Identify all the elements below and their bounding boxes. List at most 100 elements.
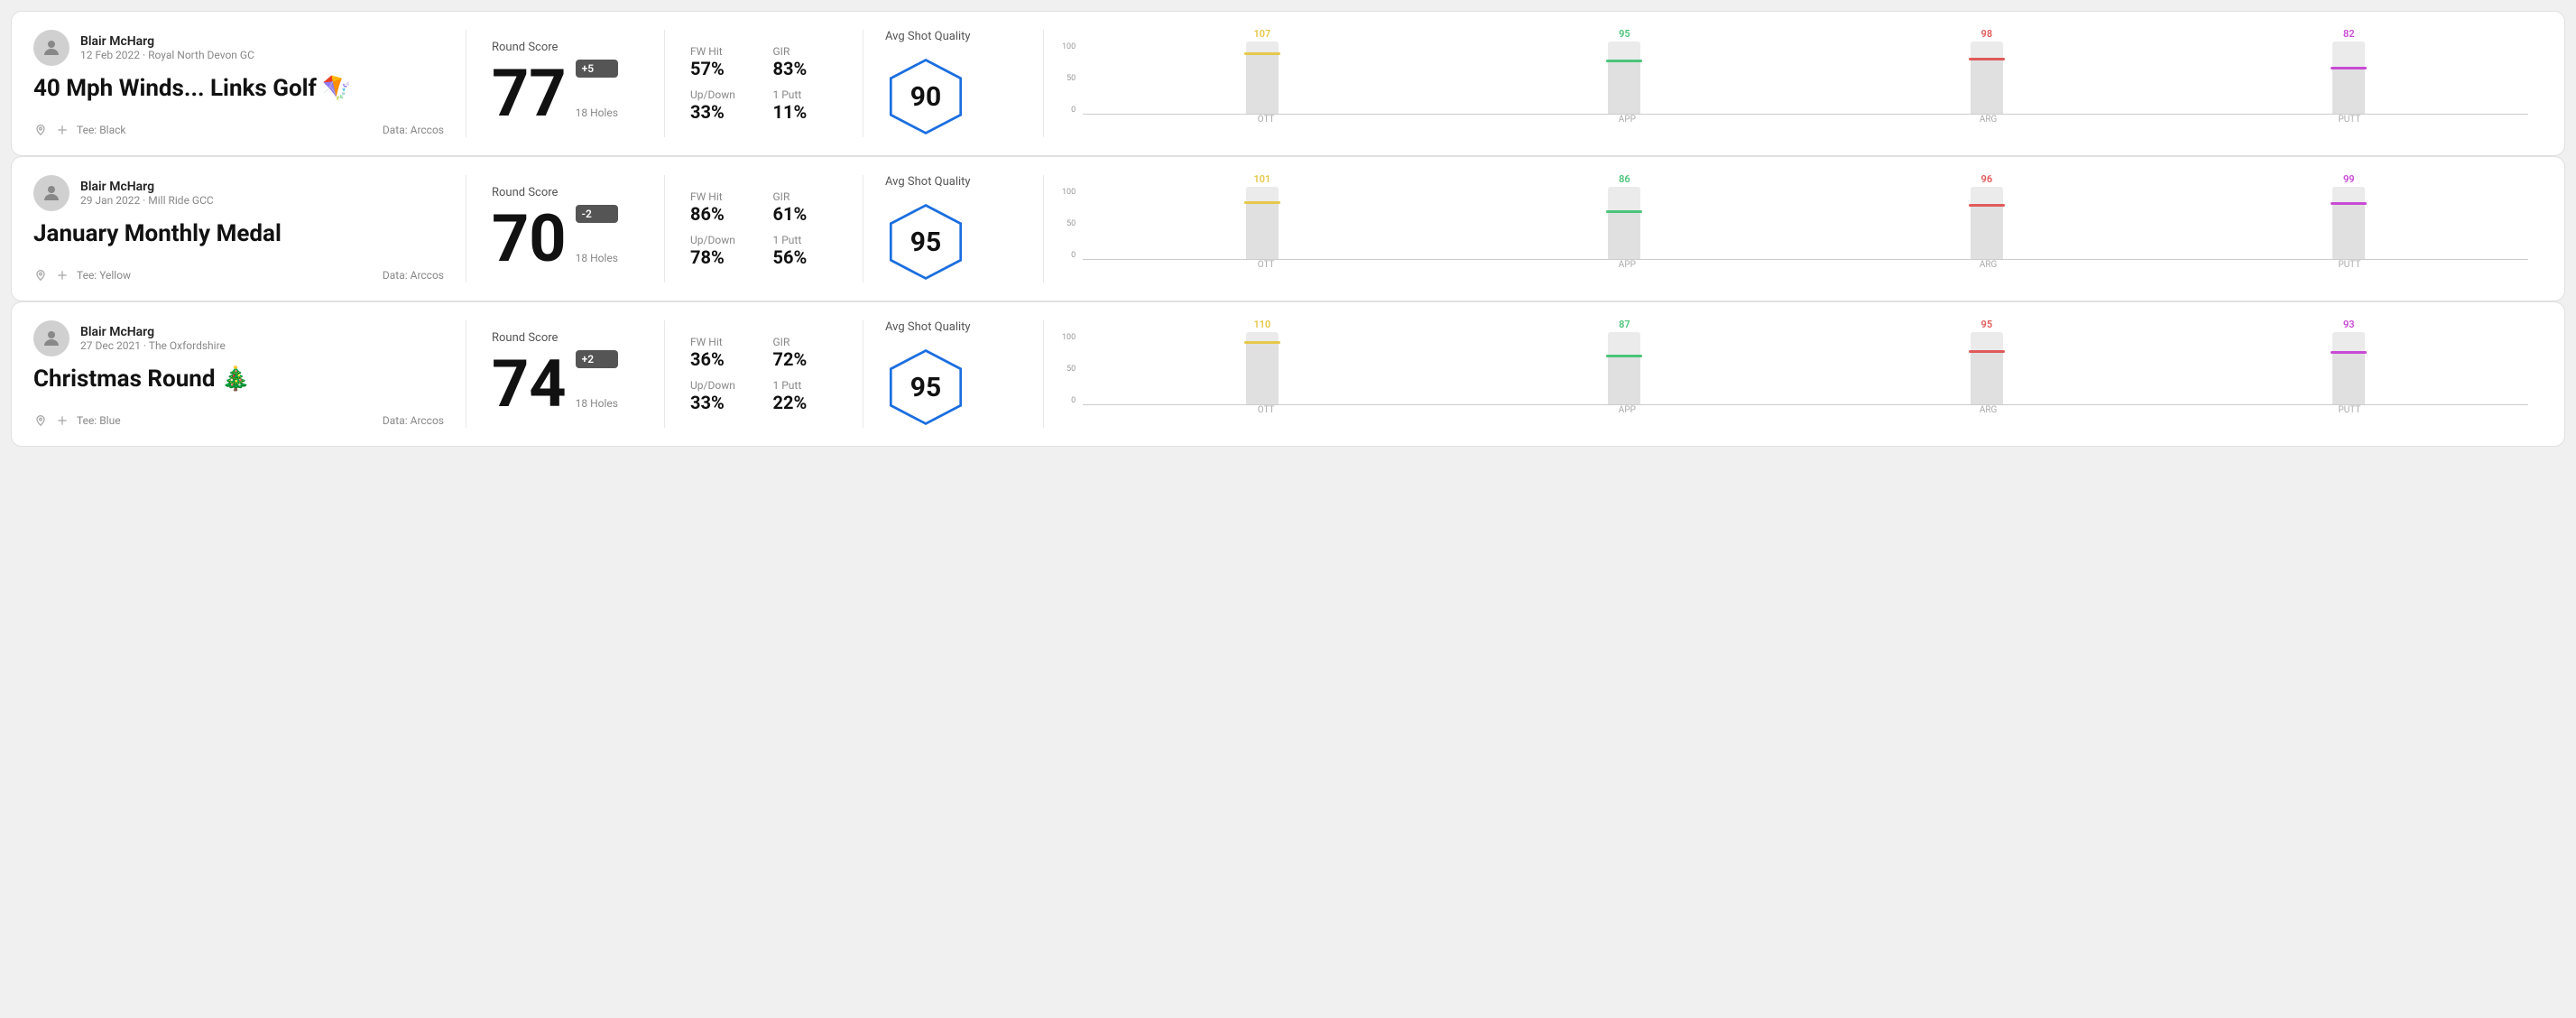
score-badge: +5 [576,60,618,78]
fw-hit-stat: FW Hit 36% [690,336,755,370]
x-label-arg: ARG [1810,115,2167,125]
score-badge: +2 [576,350,618,368]
x-label-ott: OTT [1087,405,1445,415]
left-section: Blair McHarg 12 Feb 2022 · Royal North D… [33,30,466,137]
tee-icon [55,268,69,282]
stats-grid: FW Hit 57% GIR 83% Up/Down 33% 1 Putt 11… [690,45,837,123]
left-section: Blair McHarg 27 Dec 2021 · The Oxfordshi… [33,320,466,428]
user-meta: 12 Feb 2022 · Royal North Devon GC [80,49,254,61]
round-score-label: Round Score [492,331,639,345]
gir-stat: GIR 72% [773,336,838,370]
bar-value-ott: 101 [1253,173,1270,185]
score-badge: -2 [576,205,618,223]
user-row: Blair McHarg 29 Jan 2022 · Mill Ride GCC [33,175,444,211]
updown-value: 33% [690,392,755,413]
stats-section: FW Hit 57% GIR 83% Up/Down 33% 1 Putt 11… [665,30,863,137]
tee-icon [55,413,69,428]
hexagon: 90 [885,56,966,137]
updown-stat: Up/Down 33% [690,379,755,413]
bar-value-ott: 110 [1253,319,1270,330]
gir-label: GIR [773,45,838,58]
one-putt-label: 1 Putt [773,379,838,392]
user-row: Blair McHarg 12 Feb 2022 · Royal North D… [33,30,444,66]
x-label-ott: OTT [1087,260,1445,270]
gir-value: 61% [773,203,838,225]
y-axis-50: 50 [1062,219,1076,228]
score-section: Round Score 74 +2 18 Holes [466,320,665,428]
chart-bar-ott: 101 [1083,173,1441,259]
score-row: 74 +2 18 Holes [492,350,639,417]
tee-label: Tee: Blue [77,414,121,427]
hexagon-score: 95 [910,372,941,403]
gir-label: GIR [773,336,838,348]
quality-label: Avg Shot Quality [885,320,971,334]
stats-section: FW Hit 86% GIR 61% Up/Down 78% 1 Putt 56… [665,175,863,282]
fw-hit-stat: FW Hit 57% [690,45,755,79]
stats-section: FW Hit 36% GIR 72% Up/Down 33% 1 Putt 22… [665,320,863,428]
updown-label: Up/Down [690,234,755,246]
x-label-arg: ARG [1810,260,2167,270]
round-card: Blair McHarg 27 Dec 2021 · The Oxfordshi… [11,301,2565,447]
round-score-label: Round Score [492,186,639,199]
round-title: Christmas Round 🎄 [33,366,444,393]
left-section: Blair McHarg 29 Jan 2022 · Mill Ride GCC… [33,175,466,282]
updown-value: 78% [690,246,755,268]
y-axis-100: 100 [1062,42,1076,51]
big-score: 77 [492,61,567,126]
x-label-putt: PUTT [2171,405,2528,415]
score-section: Round Score 77 +5 18 Holes [466,30,665,137]
chart-section: 100 50 0 107 95 [1044,30,2543,137]
fw-hit-label: FW Hit [690,45,755,58]
bottom-row: Tee: Yellow Data: Arccos [33,268,444,282]
round-title: 40 Mph Winds... Links Golf 🪁 [33,75,444,102]
big-score: 70 [492,207,567,272]
weather-icon [33,123,48,137]
hexagon: 95 [885,201,966,282]
x-label-app: APP [1448,405,1805,415]
hexagon-score: 90 [910,81,941,113]
round-card: Blair McHarg 29 Jan 2022 · Mill Ride GCC… [11,156,2565,301]
bar-value-arg: 96 [1981,173,1993,185]
bar-value-arg: 95 [1981,319,1993,330]
bar-value-arg: 98 [1981,28,1993,40]
user-name: Blair McHarg [80,325,226,339]
user-meta: 27 Dec 2021 · The Oxfordshire [80,339,226,352]
one-putt-stat: 1 Putt 22% [773,379,838,413]
weather-icon [33,268,48,282]
stats-grid: FW Hit 36% GIR 72% Up/Down 33% 1 Putt 22… [690,336,837,413]
tee-icon [55,123,69,137]
gir-value: 83% [773,58,838,79]
score-holes: 18 Holes [576,252,618,264]
chart-section: 100 50 0 101 86 [1044,175,2543,282]
tee-info: Tee: Blue [33,413,121,428]
user-name: Blair McHarg [80,180,214,194]
bar-value-app: 86 [1619,173,1630,185]
x-label-ott: OTT [1087,115,1445,125]
fw-hit-value: 36% [690,348,755,370]
user-meta: 29 Jan 2022 · Mill Ride GCC [80,194,214,207]
weather-icon [33,413,48,428]
one-putt-stat: 1 Putt 56% [773,234,838,268]
score-row: 77 +5 18 Holes [492,60,639,126]
user-info: Blair McHarg 27 Dec 2021 · The Oxfordshi… [80,325,226,352]
tee-info: Tee: Black [33,123,125,137]
chart-bar-putt: 99 [2170,173,2528,259]
score-holes: 18 Holes [576,106,618,119]
updown-stat: Up/Down 33% [690,88,755,123]
one-putt-value: 56% [773,246,838,268]
data-source: Data: Arccos [383,124,444,136]
tee-info: Tee: Yellow [33,268,131,282]
updown-stat: Up/Down 78% [690,234,755,268]
y-axis-50: 50 [1062,365,1076,374]
x-label-arg: ARG [1810,405,2167,415]
chart-section: 100 50 0 110 87 [1044,320,2543,428]
big-score: 74 [492,352,567,417]
tee-label: Tee: Black [77,124,125,136]
y-axis-0: 0 [1062,106,1076,115]
bar-value-putt: 82 [2343,28,2355,40]
stats-grid: FW Hit 86% GIR 61% Up/Down 78% 1 Putt 56… [690,190,837,268]
chart-bar-ott: 107 [1083,28,1441,114]
chart-bar-app: 86 [1445,173,1804,259]
round-title: January Monthly Medal [33,220,444,247]
fw-hit-label: FW Hit [690,190,755,203]
